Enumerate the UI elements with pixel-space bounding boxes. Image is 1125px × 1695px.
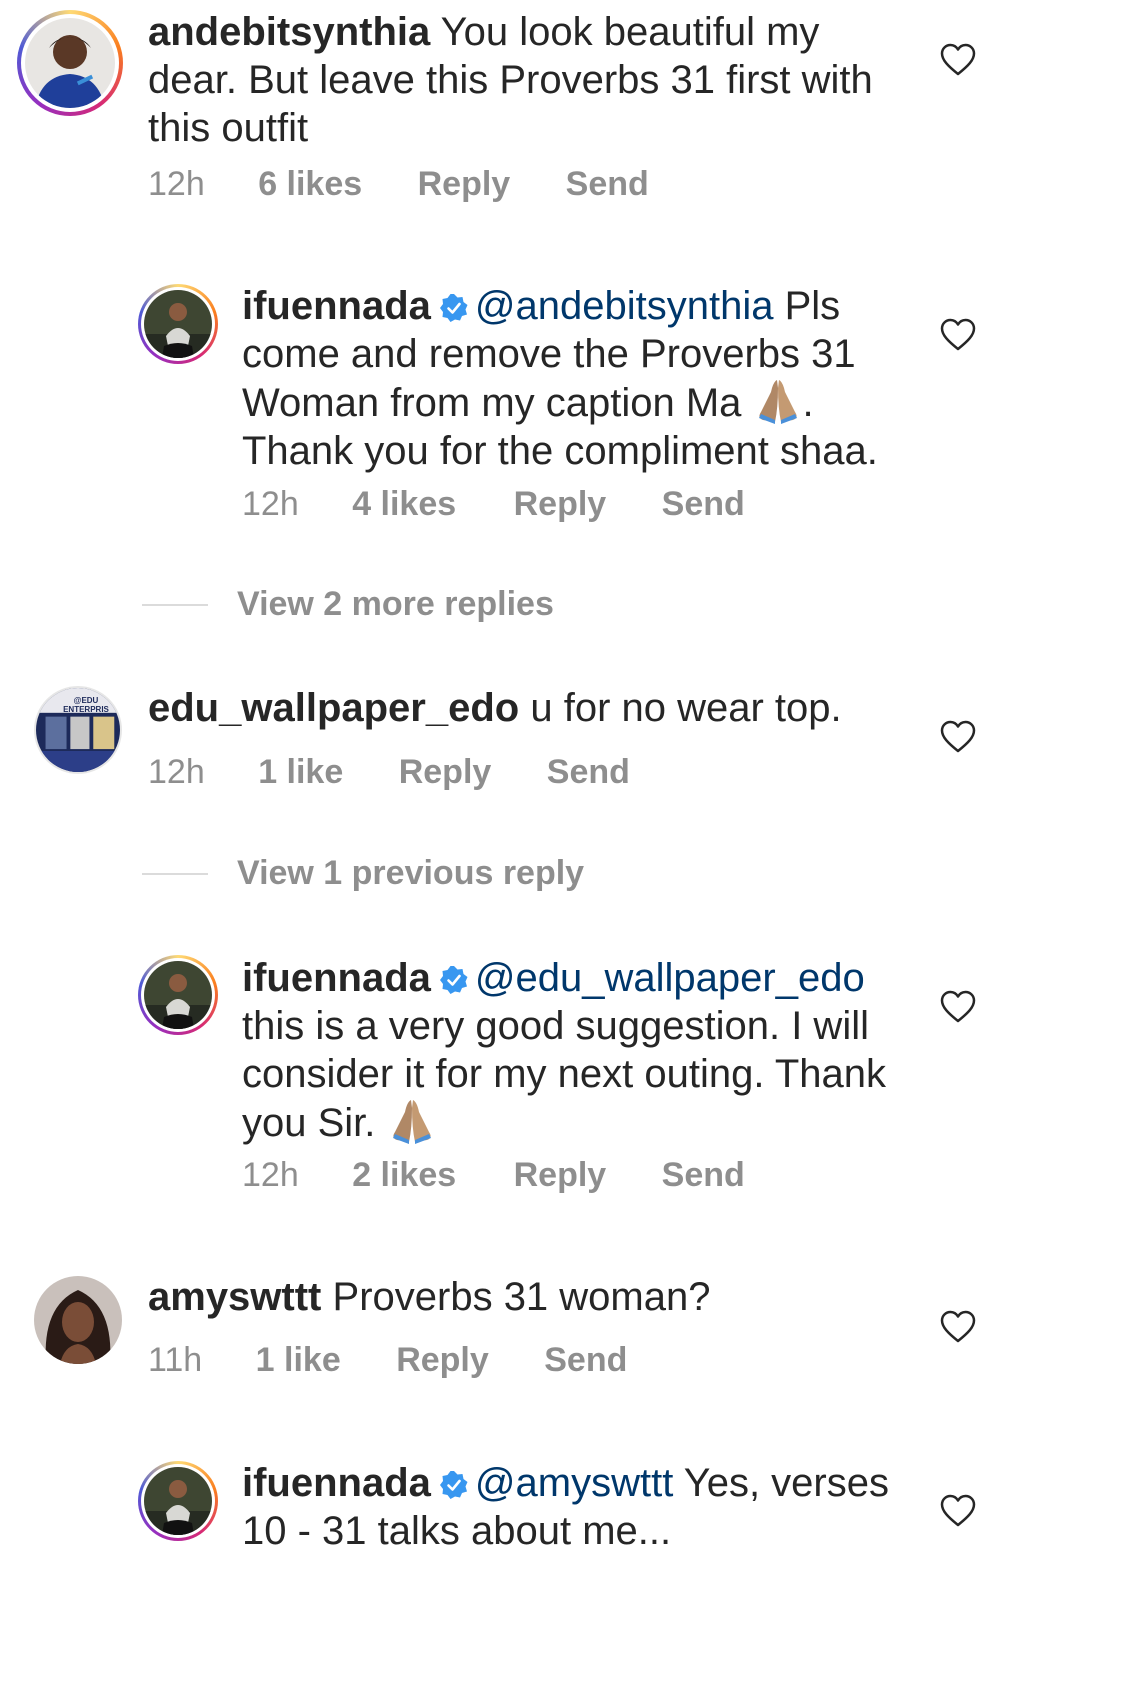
- comment-text-4: ifuennada @edu_wallpaper_edo this is a ve…: [242, 954, 902, 1147]
- likes-count[interactable]: 1 like: [258, 752, 343, 792]
- heart-outline-icon[interactable]: [940, 318, 976, 352]
- comment-meta-1: 12h 6 likes Reply Send: [148, 164, 649, 204]
- avatar-caption: @EDU ENTERPRIS: [63, 696, 109, 714]
- avatar-edu-wallpaper-edo[interactable]: @EDU ENTERPRIS: [34, 686, 122, 774]
- avatar-photo: [144, 1467, 212, 1535]
- avatar-photo: [144, 961, 212, 1029]
- send-button[interactable]: Send: [547, 752, 630, 792]
- timestamp: 12h: [148, 753, 205, 791]
- username[interactable]: ifuennada: [242, 284, 431, 328]
- send-button[interactable]: Send: [662, 484, 745, 524]
- comment-body: u for no wear top.: [530, 686, 842, 730]
- reply-button[interactable]: Reply: [396, 1340, 489, 1380]
- reply-button[interactable]: Reply: [399, 752, 492, 792]
- comment-meta-5: 11h 1 like Reply Send: [148, 1340, 627, 1380]
- comment-body: this is a very good suggestion. I will c…: [242, 1004, 887, 1145]
- avatar-ifuennada[interactable]: [138, 955, 218, 1035]
- view-more-replies[interactable]: View 2 more replies: [142, 584, 554, 624]
- send-button[interactable]: Send: [544, 1340, 627, 1380]
- comment-meta-4: 12h 2 likes Reply Send: [242, 1155, 745, 1195]
- view-previous-label: View 1 previous reply: [237, 854, 585, 892]
- verified-badge-icon: [439, 966, 468, 994]
- reply-button[interactable]: Reply: [514, 484, 607, 524]
- send-button[interactable]: Send: [662, 1155, 745, 1195]
- username[interactable]: ifuennada: [242, 956, 431, 1000]
- avatar-photo: [34, 1276, 122, 1364]
- mention-link[interactable]: @amyswttt: [475, 1461, 673, 1505]
- comment-text-2: ifuennada @andebitsynthia Pls come and re…: [242, 282, 902, 475]
- folded-hands-emoji: [392, 1100, 431, 1144]
- heart-outline-icon[interactable]: [940, 720, 976, 754]
- avatar-ifuennada[interactable]: [138, 284, 218, 364]
- likes-count[interactable]: 6 likes: [258, 164, 362, 204]
- divider-line: [142, 604, 208, 606]
- divider-line: [142, 873, 208, 875]
- view-previous-replies[interactable]: View 1 previous reply: [142, 853, 585, 893]
- avatar-andebitsynthia[interactable]: [17, 10, 123, 116]
- timestamp: 12h: [242, 485, 299, 523]
- timestamp: 12h: [148, 165, 205, 203]
- reply-button[interactable]: Reply: [514, 1155, 607, 1195]
- comment-meta-2: 12h 4 likes Reply Send: [242, 484, 745, 524]
- avatar-amyswttt[interactable]: [34, 1276, 122, 1364]
- avatar-photo: [25, 18, 115, 108]
- avatar-photo: [144, 290, 212, 358]
- verified-badge-icon: [439, 294, 468, 322]
- heart-outline-icon[interactable]: [940, 990, 976, 1024]
- comment-body: Proverbs 31 woman?: [332, 1275, 711, 1319]
- send-button[interactable]: Send: [566, 164, 649, 204]
- likes-count[interactable]: 4 likes: [352, 484, 456, 524]
- verified-badge-icon: [439, 1471, 468, 1499]
- folded-hands-emoji: [758, 380, 797, 424]
- comment-text-1: andebitsynthia You look beautiful my dea…: [148, 8, 908, 152]
- heart-outline-icon[interactable]: [940, 1494, 976, 1528]
- heart-outline-icon[interactable]: [940, 1310, 976, 1344]
- comment-text-5: amyswttt Proverbs 31 woman?: [148, 1273, 908, 1321]
- avatar-ifuennada[interactable]: [138, 1461, 218, 1541]
- view-more-label: View 2 more replies: [237, 585, 554, 623]
- comment-meta-3: 12h 1 like Reply Send: [148, 752, 630, 792]
- username[interactable]: amyswttt: [148, 1275, 321, 1319]
- username[interactable]: edu_wallpaper_edo: [148, 686, 519, 730]
- comment-text-3: edu_wallpaper_edo u for no wear top.: [148, 684, 908, 732]
- mention-link[interactable]: @andebitsynthia: [475, 284, 774, 328]
- likes-count[interactable]: 2 likes: [352, 1155, 456, 1195]
- mention-link[interactable]: @edu_wallpaper_edo: [475, 956, 865, 1000]
- timestamp: 12h: [242, 1156, 299, 1194]
- comment-text-6: ifuennada @amyswttt Yes, verses 10 - 31 t…: [242, 1459, 902, 1555]
- reply-button[interactable]: Reply: [418, 164, 511, 204]
- username[interactable]: andebitsynthia: [148, 10, 430, 54]
- timestamp: 11h: [148, 1341, 203, 1379]
- heart-outline-icon[interactable]: [940, 43, 976, 77]
- likes-count[interactable]: 1 like: [256, 1340, 341, 1380]
- username[interactable]: ifuennada: [242, 1461, 431, 1505]
